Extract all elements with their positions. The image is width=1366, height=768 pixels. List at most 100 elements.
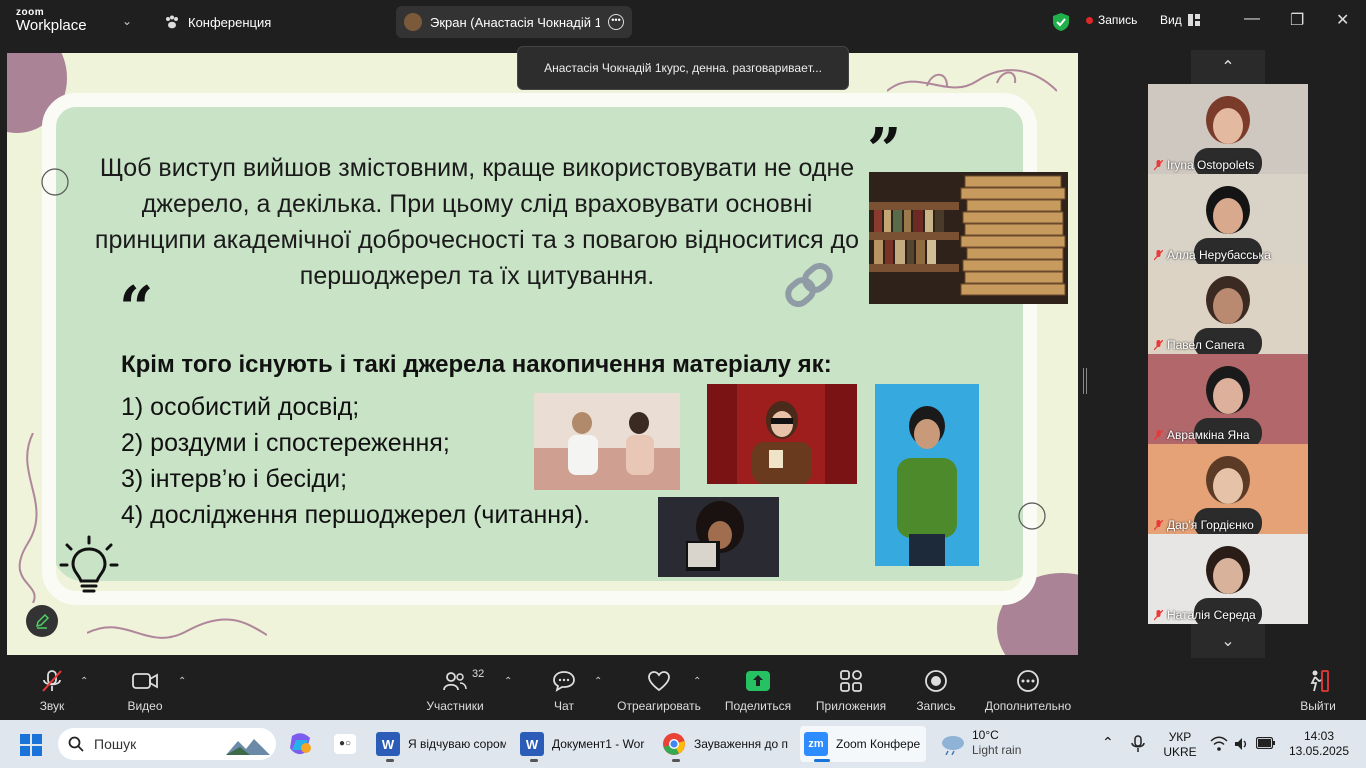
more-icon: [1017, 670, 1039, 692]
chevron-down-icon[interactable]: ⌄: [122, 14, 132, 28]
video-button[interactable]: Видео: [120, 668, 170, 713]
more-options-icon[interactable]: •••: [608, 14, 624, 30]
list-item: 4) дослідження першоджерел (читання).: [121, 501, 590, 529]
participant-name-label: Алла Нерубасська: [1167, 248, 1271, 262]
react-button[interactable]: Отреагировать: [614, 668, 704, 713]
wifi-icon[interactable]: [1210, 736, 1228, 752]
landscape-widget-icon: [226, 739, 270, 755]
close-icon[interactable]: ✕: [1336, 10, 1349, 30]
participants-button[interactable]: 32 Участники: [420, 668, 490, 713]
participant-gallery: Iryna Ostopolets Алла Нерубасська Павел …: [1148, 84, 1308, 624]
screen-share-pill[interactable]: Экран (Анастасія Чокнадій 1кур •••: [396, 6, 632, 38]
taskbar-app-chrome[interactable]: Зауваження до п: [658, 726, 792, 762]
pencil-icon: [35, 613, 50, 629]
muted-mic-icon: [1154, 249, 1163, 260]
books-photo: [869, 172, 1068, 304]
participant-tile[interactable]: Дар'я Гордієнко: [1148, 444, 1308, 534]
shared-screen: ” “ Щоб виступ вийшов змістовним, краще …: [7, 53, 1078, 655]
muted-mic-icon: [1154, 159, 1163, 170]
minimize-icon[interactable]: —: [1244, 10, 1260, 28]
link-icon: [785, 263, 833, 307]
video-options-caret[interactable]: ⌃: [178, 676, 186, 687]
more-button[interactable]: Дополнительно: [980, 668, 1076, 713]
screen-share-label: Экран (Анастасія Чокнадій 1кур: [430, 14, 600, 30]
recording-indicator[interactable]: Запись: [1086, 13, 1137, 27]
chat-options-caret[interactable]: ⌃: [594, 676, 602, 687]
battery-icon[interactable]: [1256, 737, 1276, 749]
leave-button[interactable]: Выйти: [1296, 668, 1340, 713]
participants-count: 32: [472, 668, 485, 680]
weather-widget[interactable]: 10°C Light rain: [972, 728, 1021, 758]
volume-icon[interactable]: [1234, 736, 1250, 752]
conference-button[interactable]: Конференция: [164, 14, 271, 30]
chat-button[interactable]: Чат: [544, 668, 584, 713]
muted-mic-icon: [1154, 609, 1163, 620]
microphone-tray-icon[interactable]: [1130, 734, 1152, 754]
word-icon: W: [520, 732, 544, 756]
paw-icon: [166, 15, 178, 29]
participant-name-label: Iryna Ostopolets: [1167, 158, 1255, 172]
thinking-woman-photo: [875, 384, 979, 566]
zoom-icon: zm: [804, 732, 828, 756]
list-item: 3) інтерв’ю і бесіди;: [121, 465, 348, 493]
participants-options-caret[interactable]: ⌃: [504, 676, 512, 687]
title-bar: zoom Workplace ⌄ Конференция Экран (Анас…: [0, 0, 1366, 44]
cinema-photo: [707, 384, 857, 484]
clock-time: 14:03: [1303, 729, 1335, 743]
zoom-logo: zoom Workplace: [16, 8, 87, 34]
restore-icon[interactable]: ❐: [1290, 10, 1304, 30]
participant-tile[interactable]: Наталія Середа: [1148, 534, 1308, 624]
participant-name-label: Аврамкіна Яна: [1167, 428, 1250, 442]
annotate-button[interactable]: [26, 605, 58, 637]
apps-button[interactable]: Приложения: [812, 668, 890, 713]
participant-name: Алла Нерубасська: [1154, 248, 1271, 262]
video-label: Видео: [127, 699, 163, 713]
taskbar-app-zoom[interactable]: zm Zoom Конфере: [800, 726, 926, 762]
audio-button[interactable]: Звук: [30, 668, 74, 713]
copilot-icon[interactable]: [288, 732, 314, 756]
participant-tile[interactable]: Алла Нерубасська: [1148, 174, 1308, 264]
taskbar-search[interactable]: Пошук: [58, 728, 276, 760]
participant-tile[interactable]: Павел Сапега: [1148, 264, 1308, 354]
tray-chevron-up-icon[interactable]: ⌃: [1102, 734, 1114, 751]
panel-resize-handle[interactable]: [1083, 368, 1087, 394]
participant-tile[interactable]: Iryna Ostopolets: [1148, 84, 1308, 174]
windows-start-icon[interactable]: [20, 734, 42, 756]
floral-ornament-icon: [18, 433, 38, 603]
audio-options-caret[interactable]: ⌃: [80, 676, 88, 687]
encryption-shield-icon[interactable]: [1052, 12, 1070, 32]
participant-name: Аврамкіна Яна: [1154, 428, 1250, 442]
react-options-caret[interactable]: ⌃: [693, 676, 701, 687]
record-label: Запись: [916, 699, 956, 713]
lang-top: УКР: [1168, 730, 1192, 744]
view-button[interactable]: Вид: [1160, 13, 1200, 27]
chevron-up-icon: ⌃: [1221, 59, 1235, 76]
record-button[interactable]: Запись: [908, 668, 964, 713]
interview-photo: [534, 393, 680, 490]
share-screen-icon: [746, 671, 770, 691]
gallery-down-button[interactable]: ⌄: [1191, 624, 1265, 658]
taskbar-app-word-2[interactable]: W Документ1 - Wor: [516, 726, 650, 762]
taskbar-app-label: Документ1 - Wor: [552, 737, 645, 751]
audio-label: Звук: [39, 699, 65, 713]
source-list: 1) особистий досвід; 2) роздуми і спосте…: [121, 389, 590, 533]
list-item: 1) особистий досвід;: [121, 393, 360, 421]
leave-label: Выйти: [1300, 699, 1336, 713]
participant-tile[interactable]: Аврамкіна Яна: [1148, 354, 1308, 444]
keyboard-language[interactable]: УКР UKRE: [1162, 730, 1198, 760]
reading-photo: [658, 497, 779, 577]
taskbar-app-label: Зауваження до п: [694, 737, 788, 751]
windows-taskbar: Пошук ●○ W Я відчуваю сором W Документ1 - …: [0, 720, 1366, 768]
slide-heading: Крім того існують і такі джерела накопич…: [121, 351, 832, 378]
circle-ornament-icon: [41, 168, 69, 196]
taskbar-app-word-1[interactable]: W Я відчуваю сором: [372, 726, 506, 762]
clock[interactable]: 14:03 13.05.2025: [1286, 729, 1352, 759]
gallery-up-button[interactable]: ⌃: [1191, 50, 1265, 84]
meeting-toolbar: Звук ⌃ Видео ⌃ 32 Участники ⌃ Чат ⌃ Отре…: [0, 658, 1366, 720]
grid-view-icon: [1187, 14, 1200, 26]
chat-label: Чат: [554, 699, 574, 713]
app-icon[interactable]: ●○: [334, 734, 356, 754]
recording-dot-icon: [1086, 16, 1093, 24]
share-button[interactable]: Поделиться: [722, 668, 794, 713]
participant-name: Дар'я Гордієнко: [1154, 518, 1254, 532]
